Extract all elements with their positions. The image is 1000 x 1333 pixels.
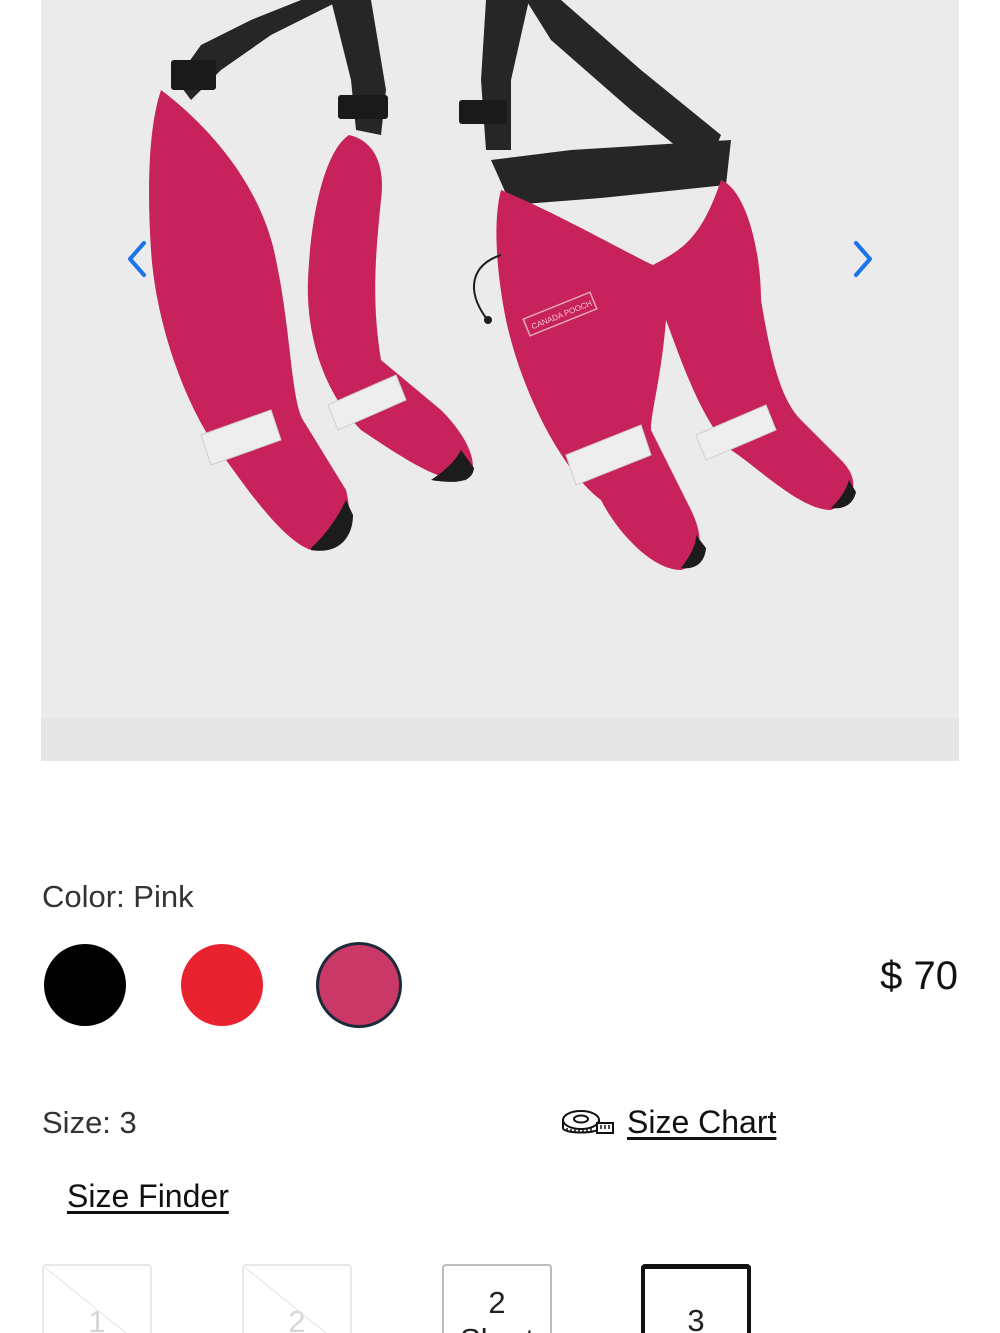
color-swatch-pink[interactable] <box>316 942 402 1028</box>
chevron-right-icon <box>854 241 872 277</box>
product-image-carousel[interactable]: CANADA POOCH <box>41 0 959 761</box>
size-option-label: 1 <box>88 1304 106 1333</box>
chevron-left-icon <box>128 241 146 277</box>
size-option-2-short[interactable]: 2 Short <box>442 1264 552 1333</box>
size-chart-link[interactable]: Size Chart <box>627 1104 776 1141</box>
size-label: Size: 3 <box>42 1105 137 1140</box>
color-swatch-black[interactable] <box>44 944 126 1026</box>
size-option-label: 2 <box>288 1304 306 1333</box>
measuring-tape-icon <box>562 1109 614 1134</box>
size-option-1[interactable]: 1 <box>42 1264 152 1333</box>
size-chart-button[interactable]: Size Chart <box>561 1104 776 1141</box>
size-option-2[interactable]: 2 <box>242 1264 352 1333</box>
carousel-next-button[interactable] <box>843 234 883 284</box>
carousel-prev-button[interactable] <box>117 234 157 284</box>
color-label: Color: Pink <box>42 879 194 914</box>
product-page: CANADA POOCH Color: Pink $ 70 Size: 3 Si… <box>0 0 1000 1333</box>
size-option-label: 3 <box>687 1303 705 1333</box>
color-swatch-red[interactable] <box>181 944 263 1026</box>
product-price: $ 70 <box>880 954 958 998</box>
size-option-label-line1: 2 <box>488 1285 506 1320</box>
size-option-label-line2: Short <box>444 1324 550 1333</box>
size-option-3[interactable]: 3 <box>641 1264 751 1333</box>
size-finder-link[interactable]: Size Finder <box>67 1178 229 1215</box>
product-image: CANADA POOCH <box>41 0 959 761</box>
